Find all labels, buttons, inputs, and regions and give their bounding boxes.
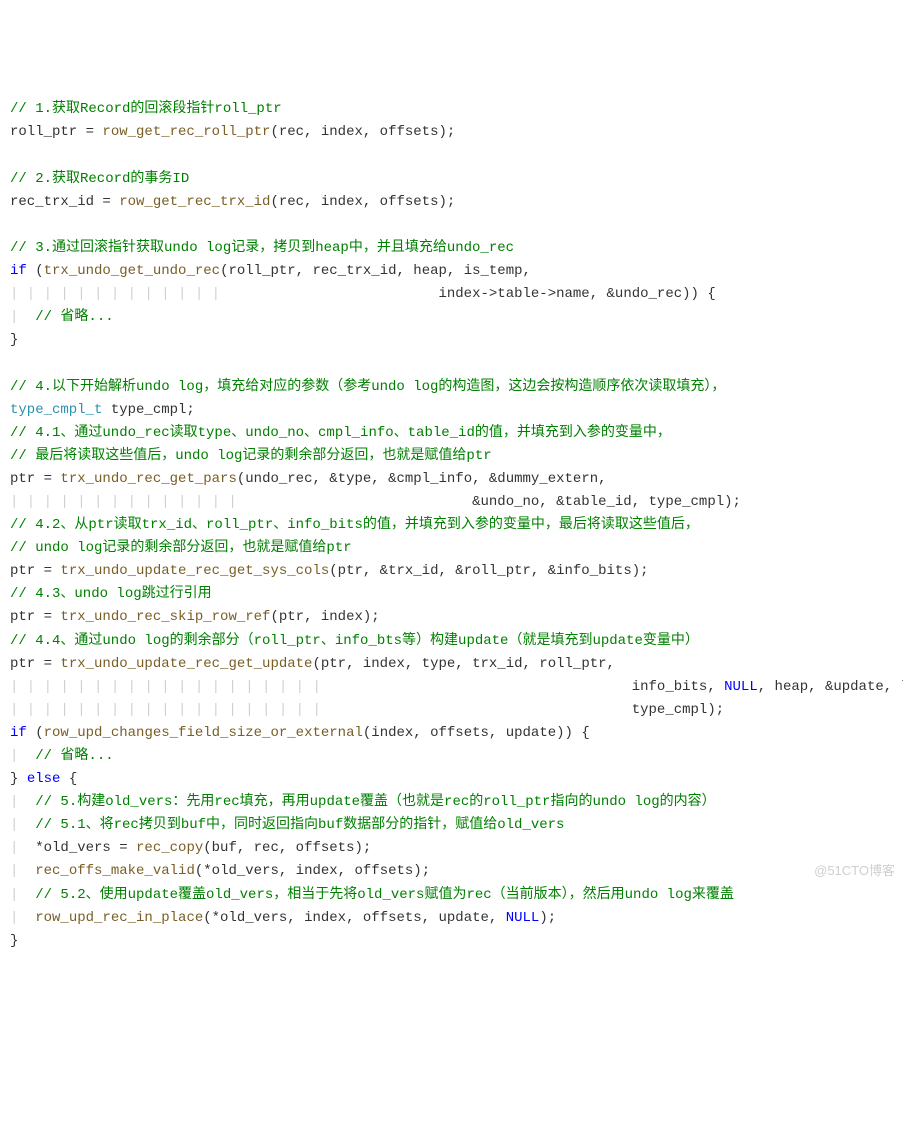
- code-line: | | | | | | | | | | | | | index->table->…: [10, 286, 716, 302]
- code-line: }: [10, 933, 18, 949]
- comment: // 3.通过回滚指针获取undo log记录，拷贝到heap中，并且填充给un…: [10, 240, 514, 256]
- code-line: | | | | | | | | | | | | | | | | | | | in…: [10, 679, 903, 695]
- comment: // 2.获取Record的事务ID: [10, 171, 189, 187]
- code-block: // 1.获取Record的回滚段指针roll_ptr roll_ptr = r…: [10, 98, 893, 952]
- comment: // 最后将读取这些值后，undo log记录的剩余部分返回，也就是赋值给ptr: [10, 448, 492, 464]
- code-line: | | | | | | | | | | | | | | &undo_no, &t…: [10, 494, 741, 510]
- comment: // 1.获取Record的回滚段指针roll_ptr: [10, 101, 282, 117]
- code-line: | // 5.构建old_vers：先用rec填充，再用update覆盖（也就是…: [10, 794, 716, 810]
- code-line: | row_upd_rec_in_place(*old_vers, index,…: [10, 910, 556, 926]
- code-line: | // 5.2、使用update覆盖old_vers，相当于先将old_ver…: [10, 887, 734, 903]
- code-line: ptr = trx_undo_update_rec_get_sys_cols(p…: [10, 563, 649, 579]
- code-line: | *old_vers = rec_copy(buf, rec, offsets…: [10, 840, 371, 856]
- comment: // undo log记录的剩余部分返回，也就是赋值给ptr: [10, 540, 352, 556]
- code-line: ptr = trx_undo_rec_skip_row_ref(ptr, ind…: [10, 609, 380, 625]
- comment: // 4.以下开始解析undo log，填充给对应的参数（参考undo log的…: [10, 379, 725, 395]
- code-line: rec_trx_id = row_get_rec_trx_id(rec, ind…: [10, 194, 455, 210]
- code-line: if (trx_undo_get_undo_rec(roll_ptr, rec_…: [10, 263, 531, 279]
- code-line: type_cmpl_t type_cmpl;: [10, 402, 195, 418]
- code-line: roll_ptr = row_get_rec_roll_ptr(rec, ind…: [10, 124, 455, 140]
- code-line: }: [10, 332, 18, 348]
- comment: // 4.1、通过undo_rec读取type、undo_no、cmpl_inf…: [10, 425, 671, 441]
- code-line: if (row_upd_changes_field_size_or_extern…: [10, 725, 590, 741]
- comment: // 4.3、undo log跳过行引用: [10, 586, 212, 602]
- comment: // 4.4、通过undo log的剩余部分（roll_ptr、info_bts…: [10, 633, 699, 649]
- code-line: | // 省略...: [10, 309, 114, 325]
- code-line: } else {: [10, 771, 77, 787]
- code-line: | | | | | | | | | | | | | | | | | | | ty…: [10, 702, 724, 718]
- code-line: ptr = trx_undo_update_rec_get_update(ptr…: [10, 656, 615, 672]
- code-line: | // 5.1、将rec拷贝到buf中，同时返回指向buf数据部分的指针，赋值…: [10, 817, 564, 833]
- comment: // 4.2、从ptr读取trx_id、roll_ptr、info_bits的值…: [10, 517, 699, 533]
- code-line: | rec_offs_make_valid(*old_vers, index, …: [10, 863, 430, 879]
- code-line: ptr = trx_undo_rec_get_pars(undo_rec, &t…: [10, 471, 607, 487]
- code-line: | // 省略...: [10, 748, 114, 764]
